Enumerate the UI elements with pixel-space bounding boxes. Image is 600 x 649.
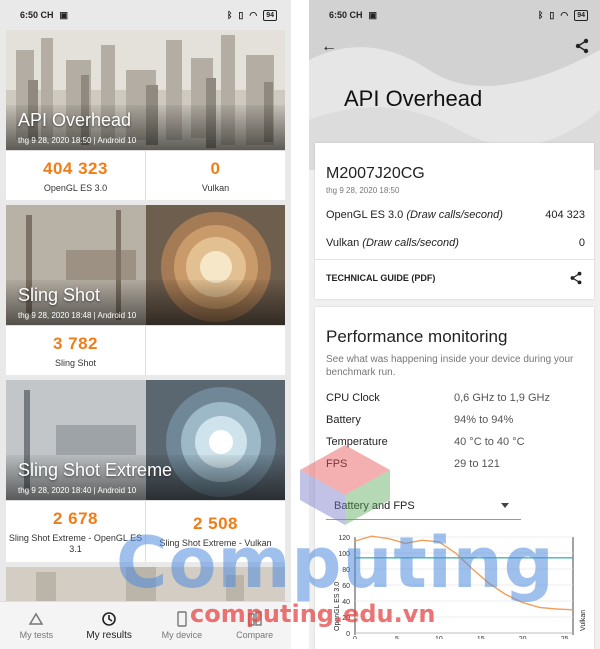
bluetooth-icon: ᛒ — [537, 10, 544, 20]
score-label: Vulkan — [201, 183, 230, 193]
y-axis-right-label: Vulkan — [580, 610, 587, 631]
card-meta: thg 9 28, 2020 18:48 | Android 10 — [18, 311, 137, 320]
wifi-icon: ◠ — [560, 9, 569, 20]
score-row: 3 782 Sling Shot — [6, 325, 285, 375]
metric-label: Battery — [326, 414, 361, 426]
card-meta: thg 9 28, 2020 18:40 | Android 10 — [18, 486, 137, 495]
screenshot-root: 6:50 CH ▣ ᛒ ▯ ◠ 94 API Overhead thg 9 28… — [0, 0, 600, 649]
battery-icon: 94 — [263, 9, 277, 21]
score-cell: 0 Vulkan — [146, 151, 285, 200]
share-icon[interactable] — [574, 38, 590, 54]
wifi-icon: ◠ — [249, 9, 258, 20]
result-name: OpenGL ES 3.0 — [326, 209, 404, 221]
status-bar: 6:50 CH ▣ ᛒ ▯ ◠ 94 — [309, 0, 600, 30]
card-title: Sling Shot — [18, 285, 101, 305]
status-bar: 6:50 CH ▣ ᛒ ▯ ◠ 94 — [0, 0, 291, 30]
metric-value: 29 to 121 — [454, 458, 500, 470]
score-value: 0 — [210, 159, 221, 178]
result-card-api-overhead[interactable]: API Overhead thg 9 28, 2020 18:50 | Andr… — [6, 30, 285, 200]
phone-icon — [177, 611, 187, 627]
score-value: 2 678 — [52, 508, 99, 528]
metric-value: 94% to 94% — [454, 414, 514, 426]
score-row: 404 323 OpenGL ES 3.0 0 Vulkan — [6, 150, 285, 200]
x-tick-label: 20 — [519, 636, 527, 639]
metric-value: 40 °C to 40 °C — [454, 436, 525, 448]
status-time: 6:50 CH — [20, 10, 54, 20]
y-tick-label: 0 — [346, 631, 350, 638]
result-detail-card: M2007J20CG thg 9 28, 2020 18:50 OpenGL E… — [315, 143, 594, 299]
watermark-text: Computing — [116, 522, 555, 604]
x-tick-label: 25 — [561, 636, 569, 639]
x-tick-label: 0 — [353, 636, 357, 639]
result-name: Vulkan — [326, 237, 360, 249]
result-date: thg 9 28, 2020 18:50 — [326, 186, 400, 195]
vibrate-icon: ▯ — [549, 9, 555, 20]
result-card-sling-shot[interactable]: Sling Shot thg 9 28, 2020 18:48 | Androi… — [6, 205, 285, 375]
score-cell: 3 782 Sling Shot — [6, 326, 146, 375]
nav-label: Compare — [236, 630, 274, 640]
result-row-vulkan: Vulkan (Draw calls/second) 0 — [326, 237, 585, 249]
nav-my-results[interactable]: My results — [73, 602, 146, 649]
metric-label: FPS — [326, 458, 348, 470]
device-name: M2007J20CG — [326, 165, 425, 182]
result-value: 0 — [578, 237, 585, 249]
back-arrow-icon[interactable]: ← — [321, 38, 337, 56]
technical-guide-link[interactable]: TECHNICAL GUIDE (PDF) — [315, 259, 594, 295]
tests-icon — [29, 612, 44, 625]
score-label: Sling Shot — [54, 358, 97, 368]
technical-guide-label: TECHNICAL GUIDE (PDF) — [326, 272, 436, 283]
x-tick-label: 5 — [395, 636, 399, 639]
banner-image-sling-shot: Sling Shot thg 9 28, 2020 18:48 | Androi… — [6, 205, 285, 325]
result-unit: (Draw calls/second) — [406, 209, 503, 221]
banner-image-api-overhead: API Overhead thg 9 28, 2020 18:50 | Andr… — [6, 30, 285, 150]
metric-label: Temperature — [326, 436, 388, 448]
score-value: 404 323 — [43, 159, 108, 178]
vibrate-icon: ▯ — [238, 9, 244, 20]
performance-title: Performance monitoring — [326, 327, 508, 346]
card-meta: thg 9 28, 2020 18:50 | Android 10 — [18, 136, 137, 145]
image-notification-icon: ▣ — [368, 9, 378, 20]
nav-label: My device — [161, 630, 203, 640]
status-time: 6:50 CH — [329, 10, 363, 20]
result-value: 404 323 — [545, 209, 585, 221]
card-title: API Overhead — [18, 110, 132, 130]
nav-my-tests[interactable]: My tests — [0, 602, 73, 649]
banner-image-sling-shot-extreme: Sling Shot Extreme thg 9 28, 2020 18:40 … — [6, 380, 285, 500]
watermark-url: computing.edu.vn — [190, 600, 436, 628]
dropdown-caret-icon — [501, 503, 509, 508]
score-value: 3 782 — [52, 334, 99, 353]
score-cell-empty — [146, 326, 285, 375]
history-icon — [102, 611, 116, 626]
result-unit: (Draw calls/second) — [362, 237, 459, 249]
image-notification-icon: ▣ — [59, 9, 69, 20]
battery-icon: 94 — [574, 9, 588, 21]
chart-selector-dropdown[interactable]: Battery and FPS — [326, 492, 521, 520]
nav-label: My tests — [19, 630, 54, 640]
result-row-opengl: OpenGL ES 3.0 (Draw calls/second) 404 32… — [326, 209, 585, 221]
share-icon[interactable] — [569, 271, 583, 285]
score-label: OpenGL ES 3.0 — [43, 183, 108, 193]
dropdown-value: Battery and FPS — [334, 499, 415, 512]
metric-value: 0,6 GHz to 1,9 GHz — [454, 392, 550, 404]
card-title: Sling Shot Extreme — [18, 460, 173, 480]
nav-label: My results — [86, 629, 132, 641]
performance-description: See what was happening inside your devic… — [326, 354, 574, 378]
x-tick-label: 15 — [477, 636, 485, 639]
bluetooth-icon: ᛒ — [226, 10, 233, 20]
x-tick-label: 10 — [435, 636, 443, 639]
score-cell: 404 323 OpenGL ES 3.0 — [6, 151, 146, 200]
page-title: API Overhead — [344, 86, 483, 111]
metric-label: CPU Clock — [326, 392, 380, 404]
